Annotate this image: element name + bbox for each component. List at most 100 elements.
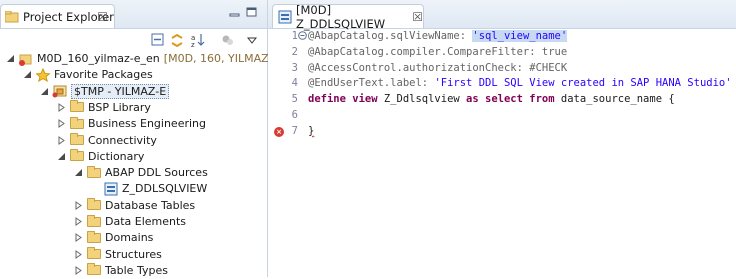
tree-item-label: Business Engineering: [88, 117, 207, 131]
code-line: define view Z_Ddlsqlview as select from …: [308, 93, 675, 105]
folder-icon: [86, 263, 102, 277]
folder-icon: [86, 247, 102, 261]
folder-icon: [86, 230, 102, 245]
tree-item[interactable]: M0D_160_yilmaz-e_en [M0D, 160, YILMAZ-E, …: [4, 50, 306, 67]
collapsed-arrow-icon[interactable]: [55, 101, 67, 113]
code-token: }: [308, 124, 315, 137]
tree-item-label: Dictionary: [88, 149, 145, 163]
star-icon: [35, 67, 51, 82]
ddl-source-icon: [278, 10, 292, 24]
collapse-all-icon[interactable]: [151, 33, 165, 47]
tree-item-label: Structures: [105, 247, 162, 261]
folder-icon: [69, 133, 85, 147]
tree-item-label: ABAP DDL Sources: [105, 166, 208, 180]
package-icon: [52, 84, 68, 98]
code-token: Z_Ddlsqlview: [383, 93, 467, 106]
code-line: @AccessControl.authorizationCheck: #CHEC…: [308, 62, 567, 74]
tree-item[interactable]: $TMP - YILMAZ-E: [38, 83, 170, 100]
expanded-arrow-icon[interactable]: [21, 69, 33, 81]
tree-item-label: Domains: [105, 231, 154, 245]
tree-item[interactable]: Data Elements: [72, 213, 186, 230]
tab-z-ddlsqlview[interactable]: [M0D] Z_DDLSQLVIEW ☒: [272, 2, 424, 31]
svg-text:z: z: [191, 41, 195, 47]
line-number: 4: [291, 77, 298, 90]
project-explorer-toolbar: az: [0, 29, 267, 50]
filter-icon[interactable]: [221, 33, 235, 47]
tree-item[interactable]: Table Types: [72, 262, 168, 279]
minimize-icon[interactable]: [229, 7, 241, 18]
tree-item[interactable]: ABAP DDL Sources: [72, 164, 208, 181]
fold-toggle-icon[interactable]: [298, 31, 307, 42]
collapsed-arrow-icon[interactable]: [72, 264, 84, 276]
collapsed-arrow-icon[interactable]: [55, 118, 67, 130]
maximize-icon[interactable]: [246, 7, 258, 18]
expanded-arrow-icon[interactable]: [38, 85, 50, 97]
sort-az-icon[interactable]: az: [190, 33, 205, 49]
tree-item-label: BSP Library: [88, 100, 151, 114]
code-token: @EndUserText.label:: [308, 77, 435, 90]
project-explorer-tabbar: Project Explorer ☒: [0, 0, 267, 29]
ddl-source-icon: [103, 182, 119, 196]
tree-item[interactable]: Z_DDLSQLVIEW: [89, 180, 207, 197]
tree-item-label: Connectivity: [88, 133, 157, 147]
collapsed-arrow-icon[interactable]: [72, 216, 84, 228]
sap-project-icon: [18, 52, 34, 66]
code-token: @AbapCatalog.compiler.CompareFilter: tru…: [308, 45, 568, 58]
folder-tree-icon: [4, 10, 19, 23]
collapsed-arrow-icon[interactable]: [55, 134, 67, 146]
folder-icon: [86, 165, 102, 180]
collapsed-arrow-icon[interactable]: [72, 248, 84, 260]
code-line: @AbapCatalog.sqlViewName: 'sql_view_name…: [308, 30, 568, 42]
expanded-arrow-icon[interactable]: [55, 150, 67, 162]
tree-item-label: Database Tables: [105, 198, 196, 212]
folder-icon: [86, 214, 102, 229]
error-marker-icon[interactable]: ×: [274, 126, 284, 137]
editor-tabbar: [M0D] Z_DDLSQLVIEW ☒: [268, 0, 736, 31]
collapsed-arrow-icon[interactable]: [72, 232, 84, 244]
code-token: as select from: [466, 93, 561, 106]
code-token: 'sql_view_name': [472, 30, 568, 42]
tree-item[interactable]: Domains: [72, 229, 153, 246]
view-menu-icon[interactable]: [246, 33, 260, 47]
line-number: 1: [291, 30, 298, 42]
close-icon[interactable]: ☒: [412, 10, 423, 24]
code-token: 'First DDL SQL View created in SAP HANA …: [434, 77, 732, 90]
code-line: }: [308, 125, 314, 137]
close-icon[interactable]: ☒: [97, 10, 108, 24]
line-number: 5: [291, 93, 298, 106]
collapsed-arrow-icon[interactable]: [72, 199, 84, 211]
link-with-editor-icon[interactable]: [170, 33, 184, 48]
folder-icon: [86, 198, 102, 212]
line-number: 2: [291, 45, 298, 58]
line-number: 6: [291, 109, 298, 121]
tree-item[interactable]: Structures: [72, 246, 162, 263]
tree-item[interactable]: Database Tables: [72, 197, 195, 214]
line-number: 7: [291, 124, 298, 137]
code-token: define view: [308, 93, 384, 106]
folder-icon: [69, 149, 85, 163]
tree-item-label: Favorite Packages: [54, 68, 153, 82]
tree-item-label: Table Types: [105, 263, 168, 277]
tree-item[interactable]: Favorite Packages: [21, 66, 153, 83]
code-token: @AccessControl.authorizationCheck: #CHEC…: [308, 61, 568, 74]
tree-item[interactable]: BSP Library: [55, 99, 151, 116]
code-line: @AbapCatalog.compiler.CompareFilter: tru…: [308, 46, 567, 58]
project-explorer-panel: Project Explorer ☒ az M0D_160_yilmaz-e_e…: [0, 0, 306, 279]
folder-icon: [69, 116, 85, 131]
tree-item-label: M0D_160_yilmaz-e_en: [37, 52, 160, 65]
tree-item[interactable]: Dictionary: [55, 148, 144, 165]
folder-icon: [69, 100, 85, 114]
expanded-arrow-icon[interactable]: [4, 53, 16, 65]
tree-item[interactable]: Connectivity: [55, 132, 157, 149]
line-number: 3: [291, 61, 298, 74]
code-line: @EndUserText.label: 'First DDL SQL View …: [308, 77, 732, 89]
tab-project-explorer[interactable]: Project Explorer ☒: [0, 4, 115, 28]
tree-item-label: Data Elements: [105, 215, 187, 228]
editor-panel: [M0D] Z_DDLSQLVIEW ☒ 1 @AbapCatalog.sqlVi…: [268, 0, 736, 277]
tree-item[interactable]: Business Engineering: [55, 115, 206, 132]
expanded-arrow-icon[interactable]: [72, 167, 84, 179]
code-token: @AbapCatalog.sqlViewName:: [308, 30, 473, 42]
code-token: data_source_name {: [560, 93, 675, 106]
tab-label: [M0D] Z_DDLSQLVIEW: [296, 2, 386, 31]
